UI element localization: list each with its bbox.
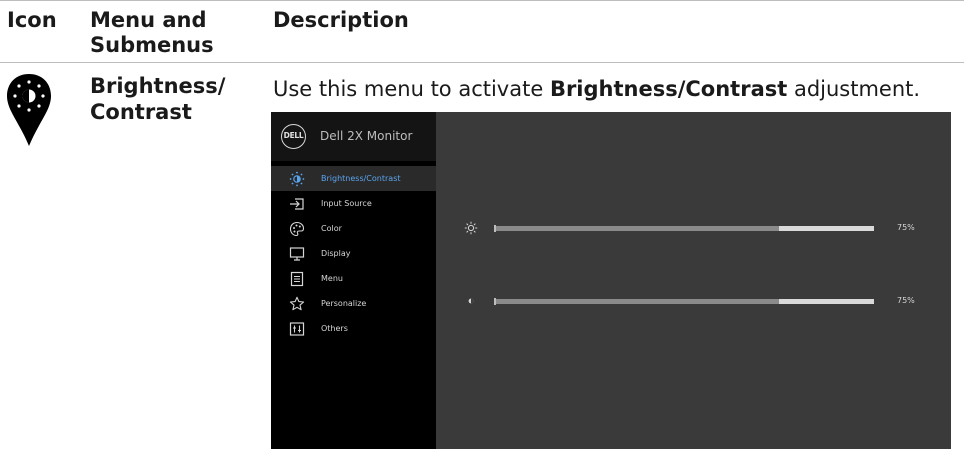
input-source-icon bbox=[290, 198, 304, 210]
row-title-line1: Brightness/ bbox=[90, 74, 226, 98]
menu-item-others[interactable]: Others bbox=[271, 316, 436, 341]
contrast-icon bbox=[468, 298, 474, 304]
display-icon bbox=[289, 247, 305, 261]
description-suffix: adjustment. bbox=[787, 77, 921, 101]
table-top-rule bbox=[0, 0, 964, 1]
brightness-fill bbox=[494, 226, 779, 231]
row-description: Use this menu to activate Brightness/Con… bbox=[273, 76, 920, 102]
menu-item-label: Display bbox=[321, 249, 351, 258]
contrast-track[interactable] bbox=[494, 298, 874, 305]
menu-item-label: Menu bbox=[321, 274, 343, 283]
menu-item-brightness-contrast[interactable]: Brightness/Contrast bbox=[271, 166, 436, 191]
slider-start-cap bbox=[494, 298, 496, 305]
header-menu-line1: Menu and bbox=[90, 8, 207, 32]
color-palette-icon bbox=[289, 221, 305, 237]
brightness-icon bbox=[7, 74, 51, 146]
header-description: Description bbox=[273, 8, 409, 32]
osd-sidebar: DELL Dell 2X Monitor Brightness/Contrast bbox=[271, 112, 436, 449]
brightness-icon bbox=[289, 171, 305, 187]
menu-item-label: Others bbox=[321, 324, 348, 333]
osd-panel: DELL Dell 2X Monitor Brightness/Contrast bbox=[271, 112, 951, 449]
header-menu-submenus: Menu and Submenus bbox=[90, 8, 214, 58]
contrast-value: 75% bbox=[897, 296, 915, 305]
description-prefix: Use this menu to activate bbox=[273, 77, 550, 101]
menu-item-label: Input Source bbox=[321, 199, 372, 208]
menu-item-label: Brightness/Contrast bbox=[321, 174, 401, 183]
brightness-track[interactable] bbox=[494, 225, 874, 232]
header-icon: Icon bbox=[7, 8, 57, 32]
header-divider bbox=[0, 62, 964, 63]
description-bold: Brightness/Contrast bbox=[549, 77, 788, 101]
menu-list-icon bbox=[290, 271, 304, 287]
others-icon bbox=[289, 322, 305, 336]
menu-item-label: Color bbox=[321, 224, 342, 233]
menu-item-display[interactable]: Display bbox=[271, 241, 436, 266]
contrast-slider[interactable]: 75% bbox=[464, 294, 924, 308]
contrast-fill bbox=[494, 299, 779, 304]
menu-item-color[interactable]: Color bbox=[271, 216, 436, 241]
menu-item-label: Personalize bbox=[321, 299, 367, 308]
dell-logo: DELL bbox=[281, 124, 306, 149]
menu-item-menu[interactable]: Menu bbox=[271, 266, 436, 291]
header-menu-line2: Submenus bbox=[90, 33, 214, 57]
sun-icon bbox=[464, 221, 478, 235]
brightness-slider[interactable]: 75% bbox=[464, 221, 924, 235]
slider-start-cap bbox=[494, 225, 496, 232]
osd-menu: Brightness/Contrast Input Source Color D… bbox=[271, 166, 436, 341]
brightness-value: 75% bbox=[897, 223, 915, 232]
osd-brand-name: Dell 2X Monitor bbox=[320, 129, 413, 143]
row-title: Brightness/ Contrast bbox=[90, 73, 225, 125]
menu-item-input-source[interactable]: Input Source bbox=[271, 191, 436, 216]
star-icon bbox=[289, 296, 305, 311]
row-title-line2: Contrast bbox=[90, 100, 192, 124]
menu-item-personalize[interactable]: Personalize bbox=[271, 291, 436, 316]
osd-brand-bar: DELL Dell 2X Monitor bbox=[271, 112, 436, 161]
